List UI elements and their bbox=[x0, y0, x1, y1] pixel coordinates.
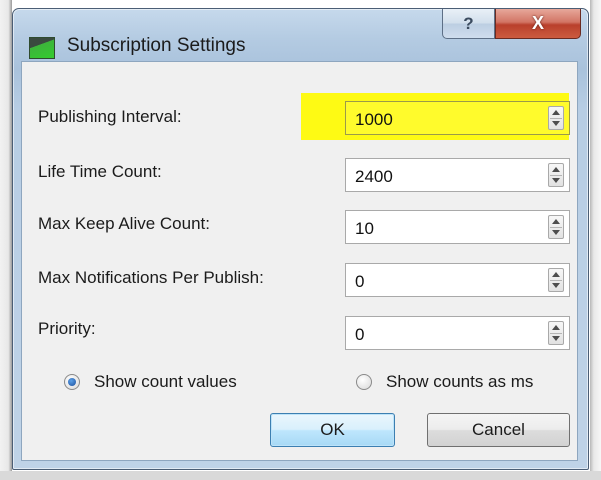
priority-label: Priority: bbox=[38, 319, 96, 338]
help-button[interactable]: ? bbox=[442, 9, 495, 39]
max-keep-alive-count-value[interactable]: 10 bbox=[355, 219, 374, 239]
max-notifications-per-publish-value[interactable]: 0 bbox=[355, 272, 364, 292]
life-time-count-label: Life Time Count: bbox=[38, 162, 162, 181]
show-count-values-radio[interactable] bbox=[64, 374, 80, 390]
publishing-interval-label: Publishing Interval: bbox=[38, 107, 182, 126]
life-time-count-spinbox[interactable]: 2400 bbox=[345, 158, 570, 192]
desktop-backdrop-left bbox=[0, 0, 12, 480]
max-notifications-per-publish-label: Max Notifications Per Publish: bbox=[38, 268, 264, 287]
publishing-interval-spinbox[interactable]: 1000 bbox=[345, 101, 570, 135]
ok-button[interactable]: OK bbox=[270, 413, 395, 447]
title-bar[interactable]: Subscription Settings ? X bbox=[13, 9, 588, 61]
spin-up-icon[interactable] bbox=[552, 272, 560, 277]
publishing-interval-value[interactable]: 1000 bbox=[355, 110, 393, 130]
spin-up-icon[interactable] bbox=[552, 110, 560, 115]
show-counts-as-ms-label[interactable]: Show counts as ms bbox=[386, 372, 533, 392]
spin-arrows[interactable] bbox=[548, 321, 564, 345]
question-mark-icon: ? bbox=[463, 13, 474, 33]
spin-up-icon[interactable] bbox=[552, 325, 560, 330]
life-time-count-value[interactable]: 2400 bbox=[355, 167, 393, 187]
spin-down-icon[interactable] bbox=[552, 178, 560, 183]
show-count-values-label[interactable]: Show count values bbox=[94, 372, 237, 392]
max-keep-alive-count-spinbox[interactable]: 10 bbox=[345, 210, 570, 244]
max-notifications-per-publish-spinbox[interactable]: 0 bbox=[345, 263, 570, 297]
close-button[interactable]: X bbox=[495, 9, 581, 39]
spin-arrows[interactable] bbox=[548, 215, 564, 239]
max-keep-alive-count-label: Max Keep Alive Count: bbox=[38, 214, 210, 233]
priority-value[interactable]: 0 bbox=[355, 325, 364, 345]
spin-down-icon[interactable] bbox=[552, 230, 560, 235]
spin-down-icon[interactable] bbox=[552, 336, 560, 341]
cancel-button[interactable]: Cancel bbox=[427, 413, 570, 447]
spin-arrows[interactable] bbox=[548, 268, 564, 292]
dialog-client-area: Publishing Interval: 1000 Life Time Coun… bbox=[21, 61, 578, 461]
subscription-settings-dialog: Subscription Settings ? X Publishing Int… bbox=[12, 8, 589, 470]
desktop-backdrop-right bbox=[590, 0, 601, 480]
desktop-backdrop-bottom bbox=[0, 471, 601, 480]
close-icon: X bbox=[531, 13, 544, 33]
show-counts-as-ms-radio[interactable] bbox=[356, 374, 372, 390]
spin-down-icon[interactable] bbox=[552, 121, 560, 126]
spin-down-icon[interactable] bbox=[552, 283, 560, 288]
spin-up-icon[interactable] bbox=[552, 219, 560, 224]
priority-spinbox[interactable]: 0 bbox=[345, 316, 570, 350]
spin-arrows[interactable] bbox=[548, 106, 564, 130]
dialog-title: Subscription Settings bbox=[67, 35, 246, 56]
spin-up-icon[interactable] bbox=[552, 167, 560, 172]
spin-arrows[interactable] bbox=[548, 163, 564, 187]
app-icon bbox=[29, 37, 55, 59]
